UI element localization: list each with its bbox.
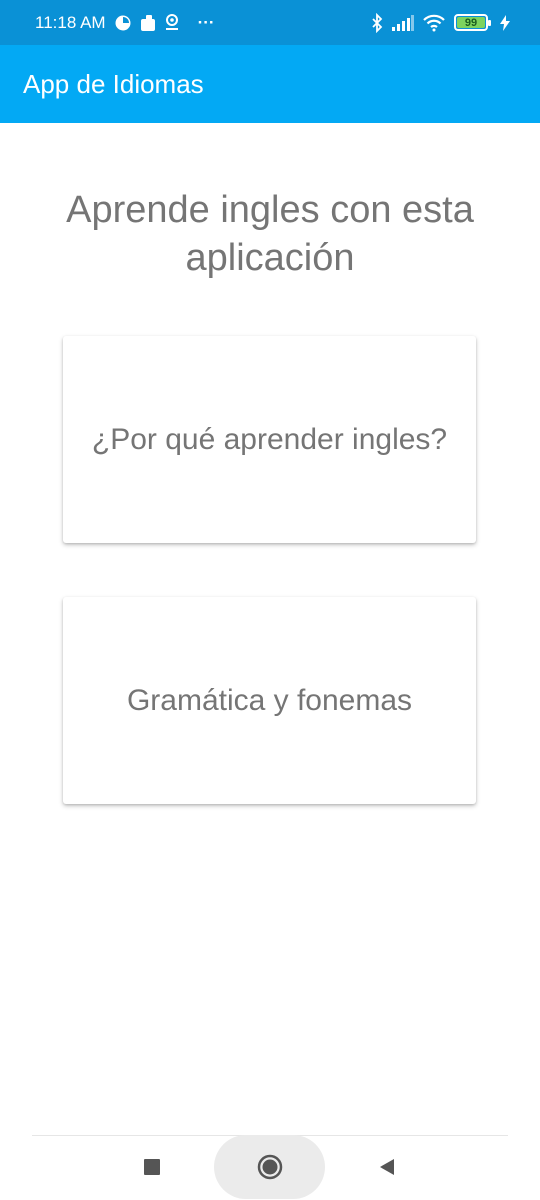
recent-apps-button[interactable] bbox=[135, 1150, 169, 1184]
more-notifications-dots: ··· bbox=[197, 12, 215, 32]
data-saver-icon bbox=[114, 14, 132, 32]
home-button[interactable] bbox=[214, 1135, 325, 1199]
back-button[interactable] bbox=[370, 1150, 404, 1184]
status-bar: 11:18 AM ··· 99 bbox=[0, 0, 540, 45]
charging-icon bbox=[500, 14, 510, 31]
cellular-signal-icon bbox=[392, 14, 414, 31]
card-why-learn-english[interactable]: ¿Por qué aprender ingles? bbox=[63, 336, 476, 543]
status-time: 11:18 AM bbox=[35, 12, 106, 32]
bluetooth-icon bbox=[370, 12, 384, 33]
page-headline: Aprende ingles con esta aplicación bbox=[66, 189, 474, 279]
app-title: App de Idiomas bbox=[23, 68, 204, 99]
card-grammar-phonemes[interactable]: Gramática y fonemas bbox=[63, 597, 476, 804]
battery-level: 99 bbox=[464, 16, 478, 29]
system-nav-bar bbox=[0, 1135, 540, 1200]
settings-app-icon bbox=[164, 13, 180, 33]
card-label: Gramática y fonemas bbox=[126, 683, 413, 717]
status-left: 11:18 AM ··· bbox=[35, 0, 215, 45]
triangle-back-icon bbox=[380, 1159, 394, 1175]
square-icon bbox=[144, 1159, 160, 1175]
circle-icon bbox=[257, 1154, 282, 1180]
battery-icon: 99 bbox=[454, 14, 491, 31]
wifi-icon bbox=[422, 14, 446, 32]
battery-cap bbox=[488, 20, 491, 26]
status-right: 99 bbox=[370, 0, 510, 45]
card-label: ¿Por qué aprender ingles? bbox=[91, 422, 448, 456]
app-bar: App de Idiomas bbox=[0, 45, 540, 123]
notification-icon bbox=[140, 14, 156, 32]
